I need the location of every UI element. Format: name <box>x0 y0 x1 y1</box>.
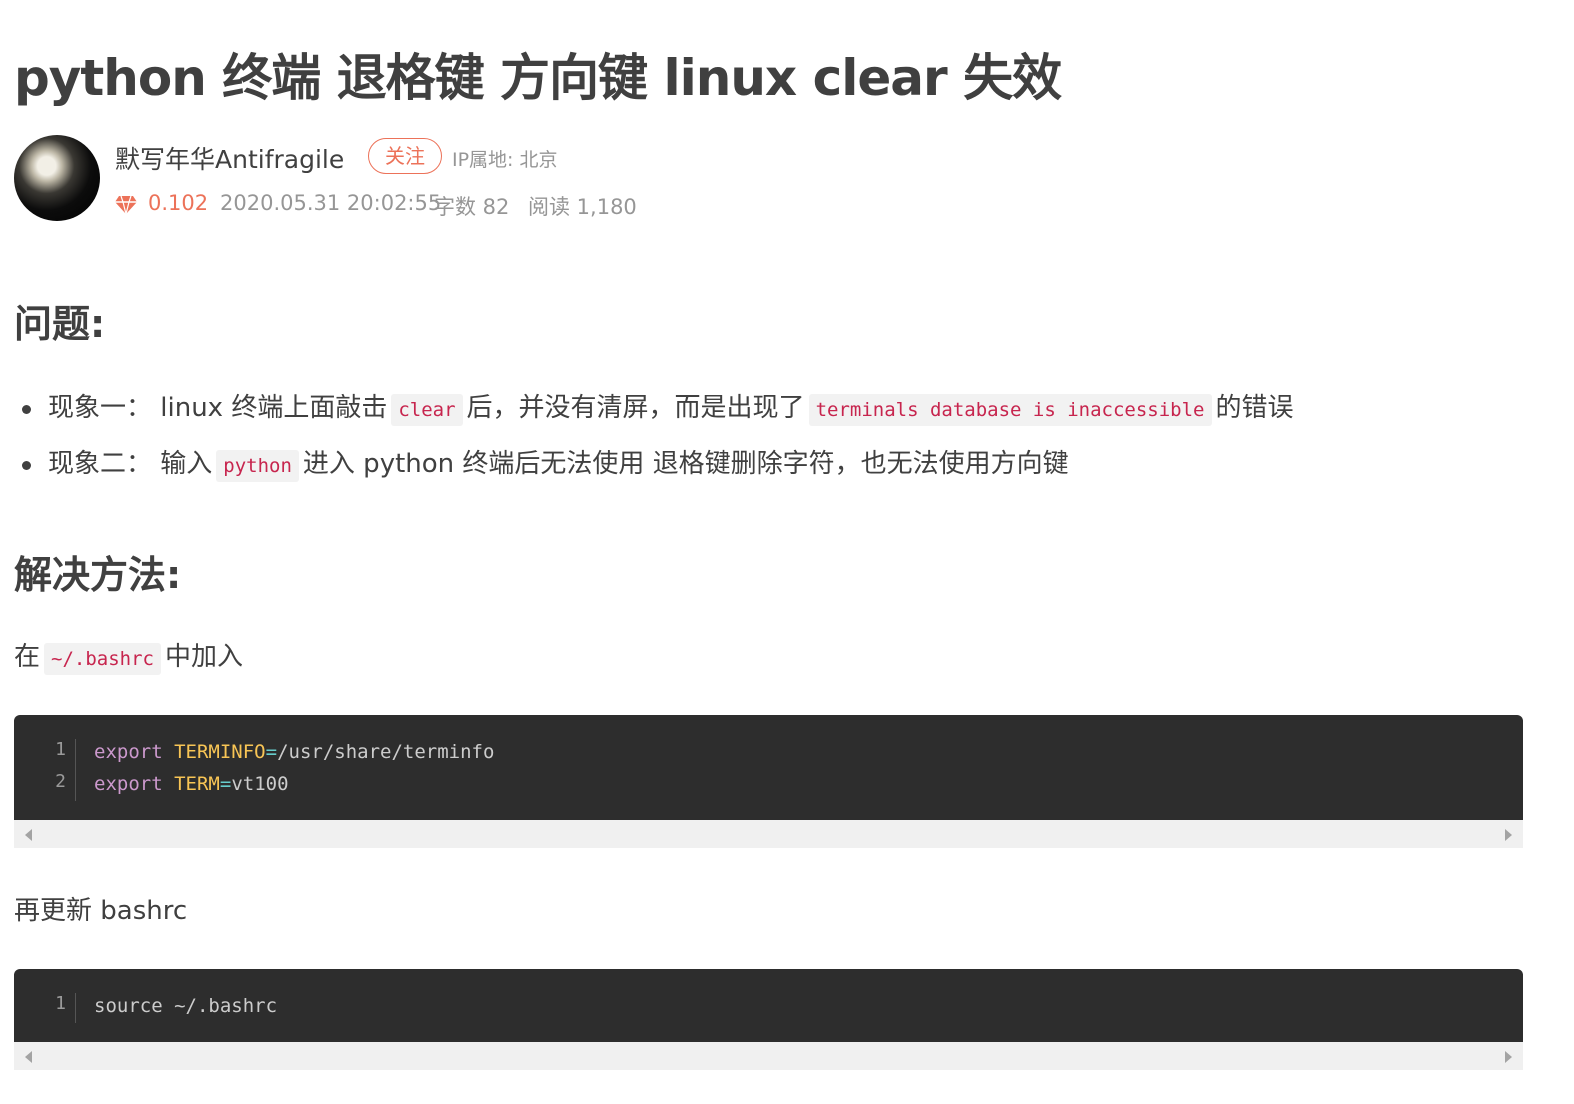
code-keyword: export <box>94 741 163 763</box>
inline-code: python <box>216 450 299 482</box>
code-operator: = <box>265 741 278 763</box>
diamond-score: 0.102 <box>148 191 209 215</box>
code-line: 2 export TERM=vt100 <box>14 768 1523 800</box>
avatar[interactable] <box>14 135 100 221</box>
code-operator: = <box>219 773 232 795</box>
scroll-left-icon[interactable] <box>25 829 32 841</box>
scroll-left-icon[interactable] <box>25 1051 32 1063</box>
item-label: 现象二： <box>48 449 153 479</box>
code-text: export TERMINFO=/usr/share/terminfo <box>94 736 494 768</box>
problem-list: 现象一： linux 终端上面敲击 clear 后，并没有清屏，而是出现了 termi… <box>14 386 1294 498</box>
horizontal-scrollbar[interactable] <box>14 820 1523 848</box>
horizontal-scrollbar[interactable] <box>14 1042 1523 1070</box>
publish-date: 2020.05.31 20:02:55 <box>220 191 442 215</box>
problem-heading: 问题: <box>14 302 106 346</box>
inline-code: terminals database is inaccessible <box>808 394 1212 426</box>
code-line: 1 export TERMINFO=/usr/share/terminfo <box>14 736 1523 768</box>
item-text: 进入 python 终端后无法使用 退格键删除字符，也无法使用方向键 <box>302 449 1069 479</box>
article-title: python 终端 退格键 方向键 linux clear 失效 <box>14 49 1062 107</box>
scroll-right-icon[interactable] <box>1505 829 1512 841</box>
diamond-icon <box>115 195 137 215</box>
code-keyword: export <box>94 773 163 795</box>
instruction-text: 中加入 <box>164 642 243 672</box>
line-number: 1 <box>55 993 66 1014</box>
code-text: export TERM=vt100 <box>94 768 289 800</box>
scroll-right-icon[interactable] <box>1505 1051 1512 1063</box>
solution-heading: 解决方法: <box>14 553 182 597</box>
read-count: 阅读 1,180 <box>528 195 637 219</box>
ip-location: IP属地: 北京 <box>452 149 558 171</box>
inline-code: clear <box>391 394 463 426</box>
code-block[interactable]: 1 export TERMINFO=/usr/share/terminfo 2 … <box>14 715 1523 820</box>
code-value: vt100 <box>231 773 289 795</box>
update-instruction: 再更新 bashrc <box>14 896 188 926</box>
add-instruction: 在 ~/.bashrc 中加入 <box>14 636 243 675</box>
line-number: 1 <box>55 739 66 760</box>
code-variable: TERMINFO <box>174 741 266 763</box>
item-text: 输入 <box>152 449 213 479</box>
item-text: 后，并没有清屏，而是出现了 <box>466 393 805 423</box>
code-line: 1 source ~/.bashrc <box>14 990 1523 1022</box>
code-variable: TERM <box>174 773 220 795</box>
code-block[interactable]: 1 source ~/.bashrc <box>14 969 1523 1042</box>
word-count: 字数 82 <box>434 195 510 219</box>
inline-code: ~/.bashrc <box>44 643 161 675</box>
author-info: 默写年华Antifragile 关注 IP属地: 北京 0.102 2020.0… <box>14 135 914 225</box>
item-text: linux 终端上面敲击 <box>152 393 388 423</box>
list-item: 现象二： 输入 python 进入 python 终端后无法使用 退格键删除字符，也… <box>14 442 1294 498</box>
code-text: source ~/.bashrc <box>94 995 278 1017</box>
item-text: 的错误 <box>1215 393 1294 423</box>
follow-button[interactable]: 关注 <box>368 138 442 174</box>
author-name[interactable]: 默写年华Antifragile <box>115 140 344 176</box>
code-value: /usr/share/terminfo <box>277 741 495 763</box>
item-label: 现象一： <box>48 393 153 423</box>
line-number: 2 <box>55 771 66 792</box>
list-item: 现象一： linux 终端上面敲击 clear 后，并没有清屏，而是出现了 termi… <box>14 386 1294 442</box>
instruction-text: 在 <box>14 642 41 672</box>
